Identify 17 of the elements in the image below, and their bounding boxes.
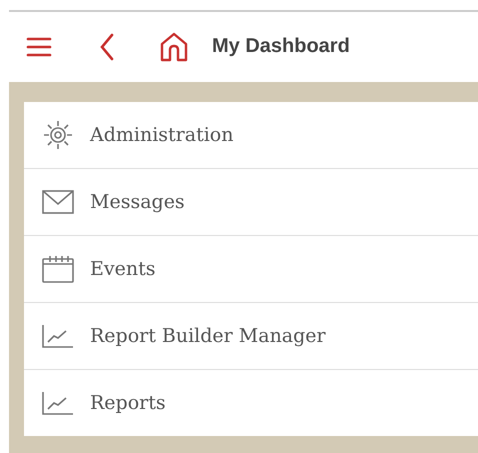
- line-chart-icon: [42, 391, 74, 415]
- menu-item[interactable]: Reports: [24, 370, 478, 436]
- menu-item[interactable]: Administration: [24, 102, 478, 169]
- home-button[interactable]: [160, 32, 188, 62]
- settings-icon: [42, 119, 74, 151]
- back-button[interactable]: [100, 32, 114, 61]
- menu-button[interactable]: [26, 36, 52, 58]
- home-icon: [160, 32, 188, 62]
- menu-item[interactable]: Events: [24, 236, 478, 303]
- calendar-icon: [42, 255, 74, 283]
- page-title: My Dashboard: [212, 35, 350, 58]
- envelope-icon: [42, 190, 74, 214]
- line-chart-icon: [42, 324, 74, 348]
- menu-item[interactable]: Messages: [24, 169, 478, 236]
- menu-icon: [26, 36, 52, 58]
- chevron-left-icon: [100, 32, 114, 61]
- menu-item[interactable]: Report Builder Manager: [24, 303, 478, 370]
